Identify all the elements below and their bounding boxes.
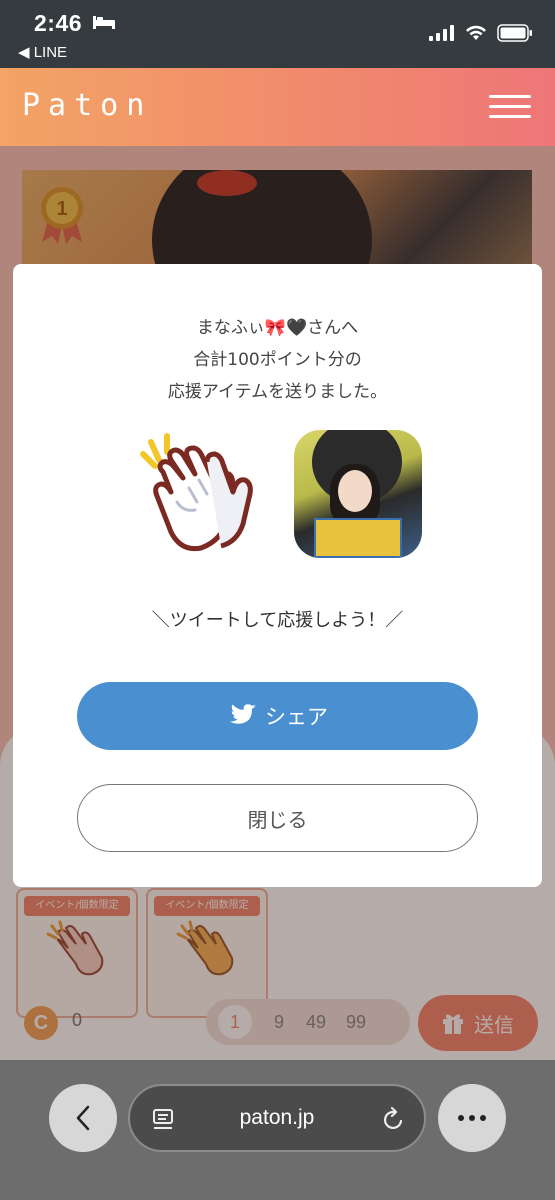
back-to-line-link[interactable]: ◀ LINE <box>18 43 67 61</box>
reader-mode-icon <box>153 1109 173 1129</box>
browser-back-button[interactable] <box>49 1084 117 1152</box>
more-options-icon[interactable] <box>438 1084 506 1152</box>
cellular-signal-icon <box>429 25 454 41</box>
chevron-left-icon <box>76 1105 90 1131</box>
site-header: Paton <box>0 68 555 146</box>
url-text: paton.jp <box>239 1106 315 1129</box>
clapping-hands-icon <box>140 433 253 552</box>
address-bar[interactable]: paton.jp <box>128 1084 426 1152</box>
wifi-icon <box>466 25 486 40</box>
share-label: シェア <box>265 705 328 729</box>
status-bar: 2:46 ◀ LINE <box>0 0 555 68</box>
twitter-bird-icon <box>229 704 256 724</box>
sleep-bed-icon <box>93 16 115 29</box>
sent-line: 応援アイテムを送りました。 <box>167 382 388 402</box>
twitter-share-button[interactable]: シェア <box>77 682 478 750</box>
close-button[interactable]: 閉じる <box>77 784 478 852</box>
points-line: 合計100ポイント分の <box>193 350 362 370</box>
recipient-photo <box>294 430 422 558</box>
browser-toolbar: paton.jp <box>0 1060 555 1200</box>
status-time: 2:46 <box>34 10 83 36</box>
recipient-line: まなふぃ🎀🖤さんへ <box>196 318 359 338</box>
reload-icon[interactable] <box>382 1106 406 1132</box>
modal-message: まなふぃ🎀🖤さんへ 合計100ポイント分の 応援アイテムを送りました。 <box>13 312 542 408</box>
battery-icon <box>497 24 532 42</box>
gift-sent-modal: まなふぃ🎀🖤さんへ 合計100ポイント分の 応援アイテムを送りました。 ＼ツイー… <box>13 264 542 887</box>
tweet-prompt: ＼ツイートして応援しよう！／ <box>151 610 404 631</box>
paton-logo[interactable]: Paton <box>22 88 152 123</box>
hamburger-menu-icon[interactable] <box>489 95 531 119</box>
